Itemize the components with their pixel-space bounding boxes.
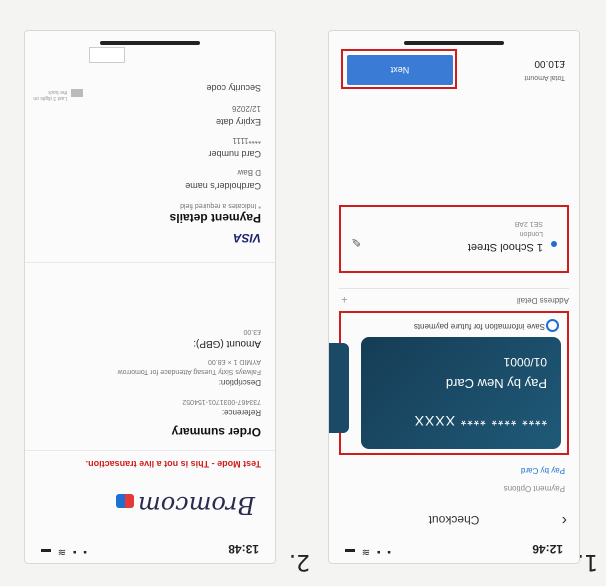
plus-icon[interactable]: + [341, 293, 347, 305]
selected-dot-icon [551, 241, 557, 247]
nav-bar: ‹ Checkout [329, 507, 579, 531]
total-amount-value: £10.00 [534, 58, 565, 69]
card-name: Pay by New Card [445, 376, 547, 391]
status-icons: ▪ ▪ ≋ ▬ [343, 546, 391, 557]
next-card-peek[interactable] [329, 343, 349, 433]
card-number: **** **** **** XXXX [413, 413, 547, 429]
description-value: Falways Sixty Tuesag Attendace for Tomor… [117, 368, 261, 375]
cardholder-label: Cardholder's name [185, 181, 261, 191]
home-indicator[interactable] [404, 41, 504, 45]
security-hint: Last 3 digits on the back [33, 89, 67, 101]
address-card[interactable]: 1 School Street London SE1 2AB ✎ [339, 205, 569, 273]
address-line-3: SE1 2AB [514, 220, 543, 227]
page-title: Checkout [428, 513, 480, 527]
order-summary-title: Order summary [171, 425, 261, 439]
home-indicator[interactable] [100, 41, 200, 45]
payment-options-label: Payment Options [503, 484, 565, 493]
step-number-2: 2. [289, 549, 310, 574]
logo-mark-icon [116, 494, 135, 509]
total-amount-label: Total Amount [524, 74, 565, 81]
save-info-label: Save information for future payments [413, 322, 545, 331]
cardholder-input[interactable]: D Baw [237, 168, 261, 177]
card-number-label: Card number [208, 149, 261, 159]
reference-label: Reference: [221, 408, 261, 417]
address-detail-header[interactable]: Address Detail + [339, 288, 569, 305]
divider [25, 262, 275, 263]
status-icons: ▪ ▪ ≋ ▬ [39, 546, 87, 557]
address-line-2: London [519, 230, 543, 237]
address-detail-label: Address Detail [516, 296, 569, 305]
divider [25, 450, 275, 451]
status-time: 13:48 [228, 542, 259, 556]
edit-pencil-icon[interactable]: ✎ [351, 235, 361, 249]
status-bar: 12:46 ▪ ▪ ≋ ▬ [329, 537, 579, 563]
description-value-2: AYMID 1 × £8.00 [208, 358, 261, 365]
security-code-input[interactable] [89, 47, 125, 63]
step-number-1: 1. [577, 549, 598, 574]
card-number-input[interactable]: ****1111 [233, 136, 261, 145]
required-note: * Indicates a required field [180, 202, 261, 209]
status-bar: 13:48 ▪ ▪ ≋ ▬ [25, 537, 275, 563]
card-expiry: 01/0001 [503, 355, 547, 369]
address-line-1: 1 School Street [467, 241, 543, 253]
description-label: Description: [218, 378, 261, 387]
bromcom-logo: Bromcom [116, 491, 255, 519]
security-code-label: Security code [206, 83, 261, 93]
tab-pay-by-card[interactable]: Pay by Card [521, 466, 565, 475]
checkout-screen: 12:46 ▪ ▪ ≋ ▬ ‹ Checkout Payment Options… [328, 30, 580, 564]
visa-logo: VISA [232, 231, 261, 245]
amount-value: £3.00 [243, 328, 261, 335]
reference-value: 733467-0031701-154052 [182, 398, 261, 405]
next-button[interactable]: Next [347, 55, 453, 85]
payment-screen: 13:48 ▪ ▪ ≋ ▬ Bromcom Test Mode - This i… [24, 30, 276, 564]
amount-label: Amount (GBP): [193, 338, 261, 349]
payment-card[interactable]: **** **** **** XXXX Pay by New Card 01/0… [361, 337, 561, 449]
expiry-label: Expiry date [215, 117, 261, 127]
expiry-input[interactable]: 12/2026 [232, 104, 261, 113]
card-back-icon [71, 89, 83, 97]
status-time: 12:46 [532, 542, 563, 556]
save-info-radio[interactable] [546, 319, 559, 332]
payment-details-title: Payment details [169, 211, 261, 225]
test-mode-banner: Test Mode - This is not a live transacti… [85, 459, 261, 469]
